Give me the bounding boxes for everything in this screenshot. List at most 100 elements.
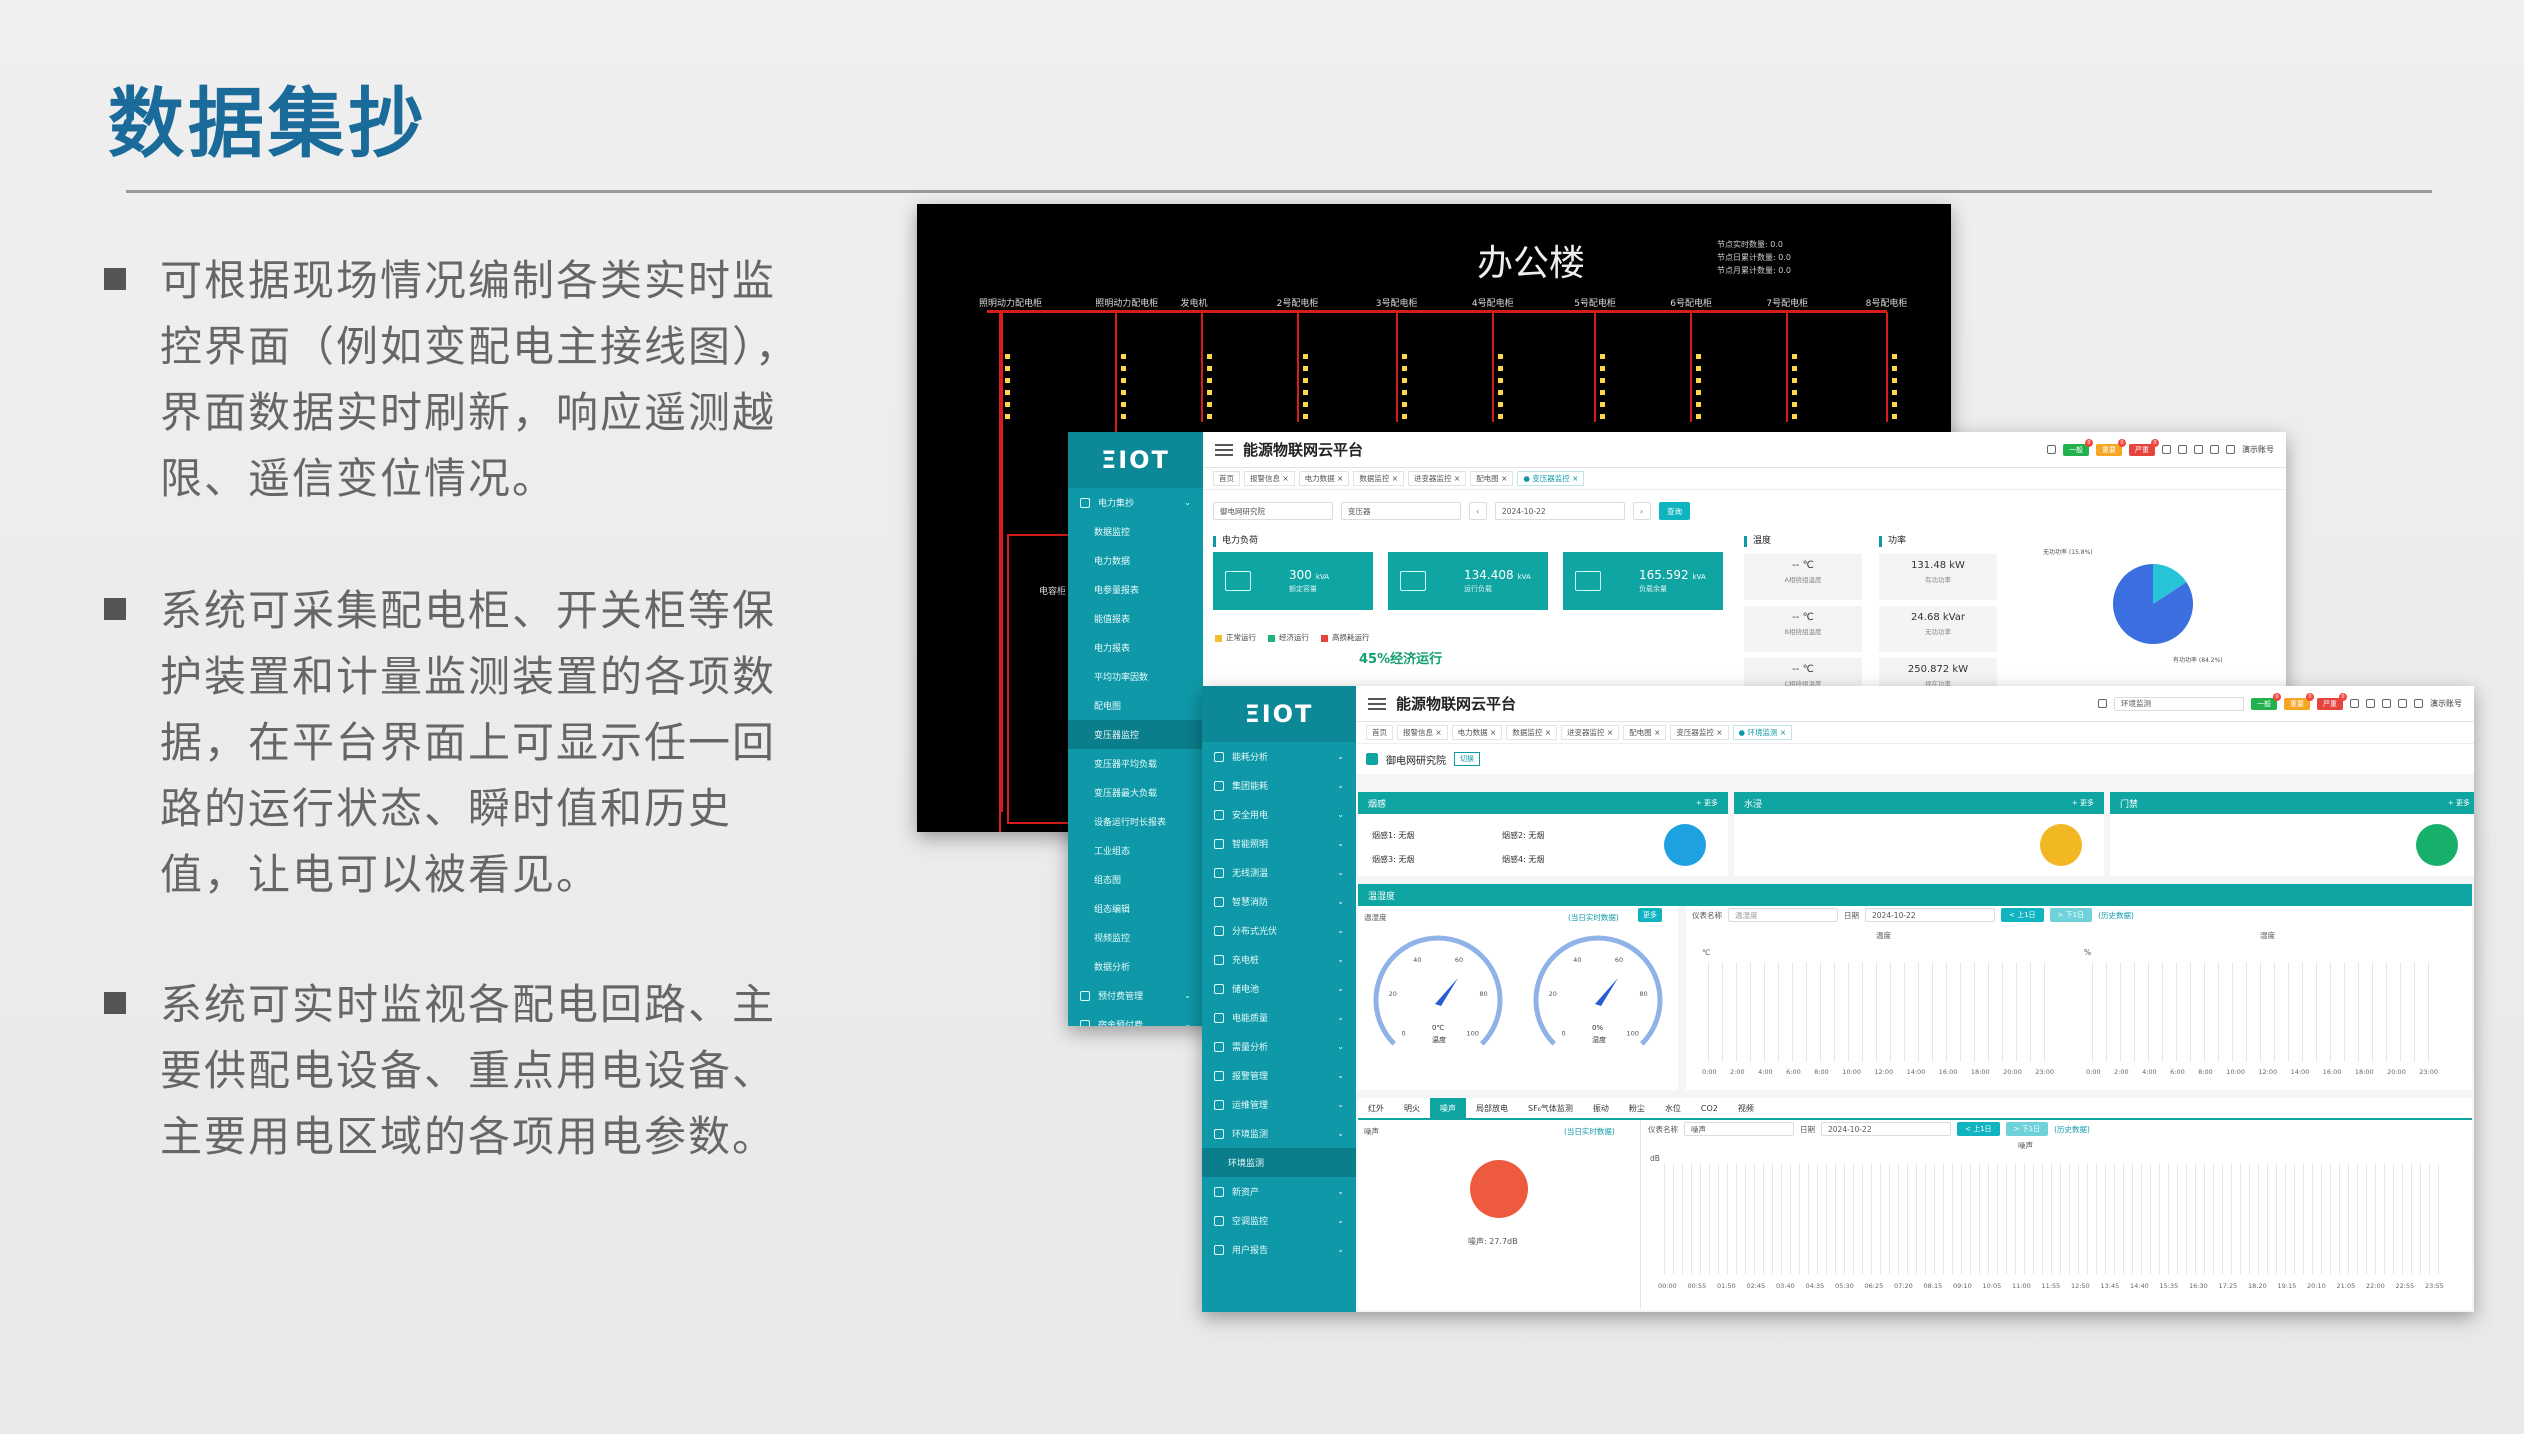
page-tab[interactable]: 首页 <box>1213 471 1240 486</box>
sidebar-item[interactable]: 能耗分析 ⌄ <box>1202 742 1356 771</box>
sidebar-item[interactable]: 运维管理 ⌄ <box>1202 1090 1356 1119</box>
alarm-normal-badge[interactable]: 一般 0 <box>2251 692 2281 710</box>
sidebar-item[interactable]: 视频监控 <box>1068 923 1203 952</box>
sidebar-item[interactable]: 智能照明 ⌄ <box>1202 829 1356 858</box>
search-icon[interactable] <box>2098 699 2107 708</box>
prev-day-button[interactable]: < 上1日 <box>1957 1122 2000 1136</box>
sound-icon[interactable] <box>2162 445 2171 454</box>
page-tab[interactable]: 报警信息 × <box>1244 471 1295 486</box>
sound-icon[interactable] <box>2350 699 2359 708</box>
org-select[interactable]: 御电网研究院 <box>1213 502 1333 520</box>
sidebar-item[interactable]: 分布式光伏 ⌄ <box>1202 916 1356 945</box>
sidebar-item[interactable]: 电能质量 ⌄ <box>1202 1003 1356 1032</box>
page-tab[interactable]: 配电图 × <box>1623 725 1667 740</box>
alarm-severe-badge[interactable]: 严重 0 <box>2129 438 2159 456</box>
sidebar-item[interactable]: 安全用电 ⌄ <box>1202 800 1356 829</box>
sidebar-item[interactable]: 设备运行时长报表 <box>1068 807 1203 836</box>
sidebar-item[interactable]: 环境监测 <box>1202 1148 1356 1177</box>
sidebar-item[interactable]: 充电桩 ⌄ <box>1202 945 1356 974</box>
alarm-severe-badge[interactable]: 严重 0 <box>2317 692 2347 710</box>
sidebar-item[interactable]: 组态图 <box>1068 865 1203 894</box>
menu-icon[interactable] <box>1368 697 1386 710</box>
screen-icon[interactable] <box>2178 445 2187 454</box>
panel-more-link[interactable]: + 更多 <box>2072 798 2094 808</box>
date-input[interactable]: 2024-10-22 <box>1865 908 1995 922</box>
menu-icon[interactable] <box>1215 443 1233 456</box>
page-tab[interactable]: 数据监控 × <box>1506 725 1558 740</box>
panel-more-link[interactable]: + 更多 <box>1696 798 1718 808</box>
sidebar-item[interactable]: 平均功率因数 <box>1068 662 1203 691</box>
meter-select[interactable]: 噪声 <box>1684 1122 1794 1136</box>
sidebar-item[interactable]: 智慧消防 ⌄ <box>1202 887 1356 916</box>
env-tab[interactable]: 水位 <box>1655 1098 1691 1118</box>
page-tab[interactable]: 配电图 × <box>1470 471 1514 486</box>
page-tab[interactable]: ● 变压器监控 × <box>1517 471 1585 486</box>
sidebar-item[interactable]: 预付费管理 ⌄ <box>1068 981 1203 1010</box>
env-tab[interactable]: 明火 <box>1394 1098 1430 1118</box>
alarm-important-badge[interactable]: 重要 0 <box>2096 438 2126 456</box>
grid-icon[interactable] <box>2194 445 2203 454</box>
device-select[interactable]: 变压器 <box>1341 502 1461 520</box>
panel-more-link[interactable]: + 更多 <box>2448 798 2470 808</box>
page-tab[interactable]: 变压器监控 × <box>1670 725 1729 740</box>
history-link[interactable]: (历史数据) <box>2054 1124 2090 1135</box>
next-day-button[interactable]: > 下1日 <box>2005 1122 2049 1136</box>
sidebar-item[interactable]: 组态编辑 <box>1068 894 1203 923</box>
env-tab[interactable]: 局部放电 <box>1466 1098 1518 1118</box>
sidebar-item[interactable]: 电力报表 <box>1068 633 1203 662</box>
noise-realtime-link[interactable]: (当日实时数据) <box>1564 1126 1615 1137</box>
next-day-button[interactable]: > 下1日 <box>2049 908 2093 922</box>
switch-site-button[interactable]: 切换 <box>1454 752 1480 766</box>
sidebar-item[interactable]: 工业组态 <box>1068 836 1203 865</box>
env-tab[interactable]: 粉尘 <box>1619 1098 1655 1118</box>
meter-select[interactable]: 温湿度 <box>1728 908 1838 922</box>
history-link[interactable]: (历史数据) <box>2098 910 2134 921</box>
page-tab[interactable]: 数据监控 × <box>1353 471 1405 486</box>
shirt-icon[interactable] <box>2226 445 2235 454</box>
next-date-button[interactable]: › <box>1633 502 1651 520</box>
page-tab[interactable]: 进变器监控 × <box>1408 471 1467 486</box>
screen-icon[interactable] <box>2366 699 2375 708</box>
env-tab[interactable]: 视频 <box>1728 1098 1764 1118</box>
page-tab[interactable]: 电力数据 × <box>1451 725 1503 740</box>
sidebar-item[interactable]: 报警管理 ⌄ <box>1202 1061 1356 1090</box>
search-icon[interactable] <box>2047 445 2056 454</box>
sidebar-item[interactable]: 集团能耗 ⌄ <box>1202 771 1356 800</box>
fullscreen-icon[interactable] <box>2210 445 2219 454</box>
sidebar-item[interactable]: 环境监测 ⌄ <box>1202 1119 1356 1148</box>
sidebar-item[interactable]: 电参量报表 <box>1068 575 1203 604</box>
sidebar-item[interactable]: 配电图 <box>1068 691 1203 720</box>
env-tab[interactable]: SF₆气体监测 <box>1518 1098 1583 1118</box>
sidebar-item[interactable]: 需量分析 ⌄ <box>1202 1032 1356 1061</box>
sidebar-item[interactable]: 新资产 ⌄ <box>1202 1177 1356 1206</box>
date-input[interactable]: 2024-10-22 <box>1495 502 1625 520</box>
grid-icon[interactable] <box>2382 699 2391 708</box>
env-tab[interactable]: 红外 <box>1358 1098 1394 1118</box>
env-tab[interactable]: 噪声 <box>1430 1098 1466 1118</box>
shirt-icon[interactable] <box>2414 699 2423 708</box>
page-tab[interactable]: 报警信息 × <box>1397 725 1448 740</box>
page-tab[interactable]: ● 环境监测 × <box>1732 725 1793 740</box>
sidebar-item[interactable]: 电力集抄 ⌄ <box>1068 488 1203 517</box>
sidebar-item[interactable]: 变压器监控 <box>1068 720 1203 749</box>
sidebar-item[interactable]: 空调监控 ⌄ <box>1202 1206 1356 1235</box>
env-tab[interactable]: 振动 <box>1583 1098 1619 1118</box>
fullscreen-icon[interactable] <box>2398 699 2407 708</box>
sidebar-item[interactable]: 数据分析 <box>1068 952 1203 981</box>
sidebar-item[interactable]: 变压器最大负载 <box>1068 778 1203 807</box>
page-tab[interactable]: 首页 <box>1366 725 1393 740</box>
sidebar-item[interactable]: 储电池 ⌄ <box>1202 974 1356 1003</box>
page-tab[interactable]: 电力数据 × <box>1298 471 1350 486</box>
sidebar-item[interactable]: 能值报表 <box>1068 604 1203 633</box>
prev-day-button[interactable]: < 上1日 <box>2001 908 2044 922</box>
menu-search-input[interactable]: 环境监测 <box>2114 696 2244 711</box>
date-input[interactable]: 2024-10-22 <box>1821 1122 1951 1136</box>
sidebar-item[interactable]: 电力数据 <box>1068 546 1203 575</box>
user-name[interactable]: 演示账号 <box>2242 444 2274 455</box>
sidebar-item[interactable]: 无线测温 ⌄ <box>1202 858 1356 887</box>
alarm-normal-badge[interactable]: 一般 0 <box>2063 438 2093 456</box>
query-button[interactable]: 查询 <box>1659 502 1690 520</box>
sidebar-item[interactable]: 变压器平均负载 <box>1068 749 1203 778</box>
sidebar-item[interactable]: 宿舍预付费 ⌄ <box>1068 1010 1203 1026</box>
alarm-important-badge[interactable]: 重要 0 <box>2284 692 2314 710</box>
